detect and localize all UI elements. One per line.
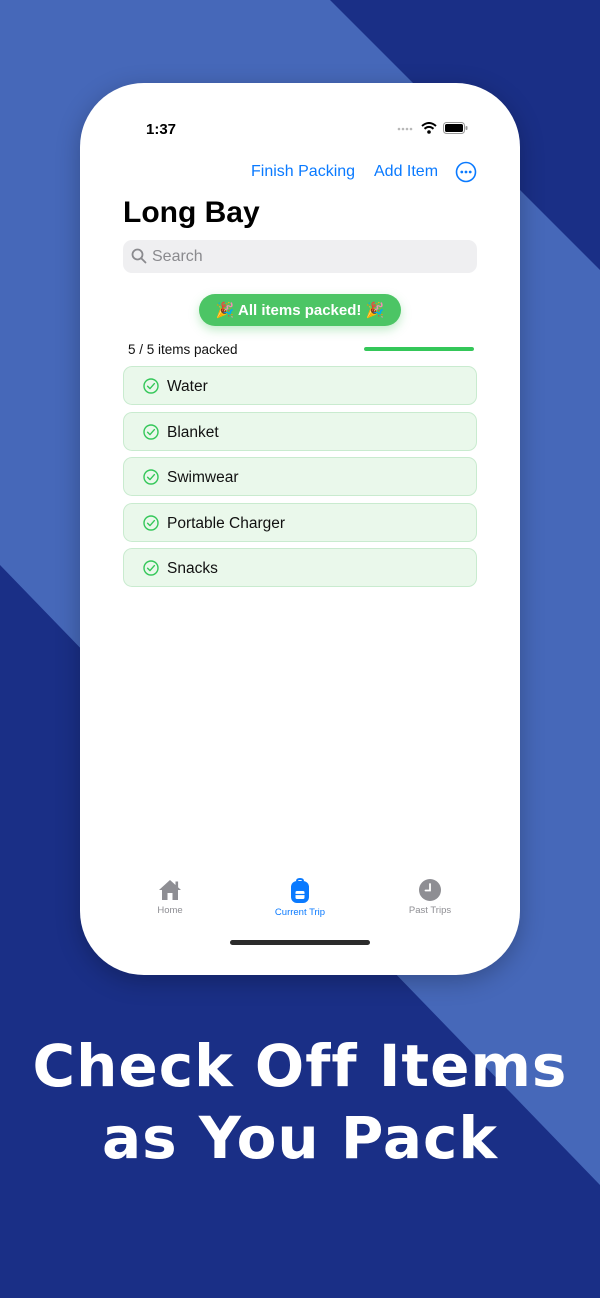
list-item[interactable]: Water [123,366,477,405]
tab-home[interactable]: Home [125,878,215,916]
list-item[interactable]: Blanket [123,411,477,451]
checkmark-circle-icon[interactable] [143,423,159,440]
status-time: 1:37 [146,121,177,138]
ellipsis-circle-icon[interactable] [455,161,477,183]
tab-label: Home [157,905,183,916]
add-item-button[interactable]: Add Item [374,163,438,181]
tab-label: Past Trips [408,905,452,916]
navigation-bar: Finish Packing Add Item [80,159,520,185]
checkmark-circle-icon[interactable] [143,560,159,577]
caption-line-2: as You Pack [102,1104,498,1172]
tab-current-trip[interactable]: Current Trip [255,878,345,918]
phone-screen: 1:37 Finish Packing Add Item Long Bay Se… [80,83,520,975]
item-label: Snacks [167,560,218,578]
list-item[interactable]: Swimwear [123,457,477,497]
item-label: Swimwear [167,469,239,487]
progress-bar [364,347,474,351]
tab-bar: Home Current Trip Past Trips [80,878,520,928]
all-packed-banner: 🎉 All items packed! 🎉 [199,294,401,326]
signal-icon [397,127,413,131]
packing-list: Water Blanket Swimwear Portable Charger [123,366,477,594]
item-label: Water [167,378,208,395]
caption-line-1: Check Off Items [32,1032,568,1100]
list-item[interactable]: Portable Charger [123,502,477,542]
checkmark-circle-icon[interactable] [143,469,159,485]
clock-icon [419,879,441,901]
progress-label: 5 / 5 items packed [128,342,238,357]
item-label: Blanket [167,423,219,441]
wifi-icon [421,122,437,134]
house-icon [159,880,181,900]
status-icons [397,122,468,134]
tab-label: Current Trip [274,907,326,918]
search-input[interactable] [152,240,452,273]
search-icon [131,248,147,264]
item-label: Portable Charger [167,514,286,532]
checkmark-circle-icon[interactable] [143,515,159,531]
search-bar[interactable] [123,240,477,273]
marketing-caption: Check Off Items as You Pack [0,1030,600,1174]
backpack-icon [291,878,309,903]
finish-packing-button[interactable]: Finish Packing [251,163,355,181]
home-indicator [230,940,370,945]
battery-icon [443,122,468,134]
list-item[interactable]: Snacks [123,548,477,588]
tab-past-trips[interactable]: Past Trips [385,878,475,916]
checkmark-circle-icon[interactable] [143,378,159,394]
progress-fill [364,347,474,351]
status-bar: 1:37 [80,83,520,143]
page-title: Long Bay [123,196,260,229]
